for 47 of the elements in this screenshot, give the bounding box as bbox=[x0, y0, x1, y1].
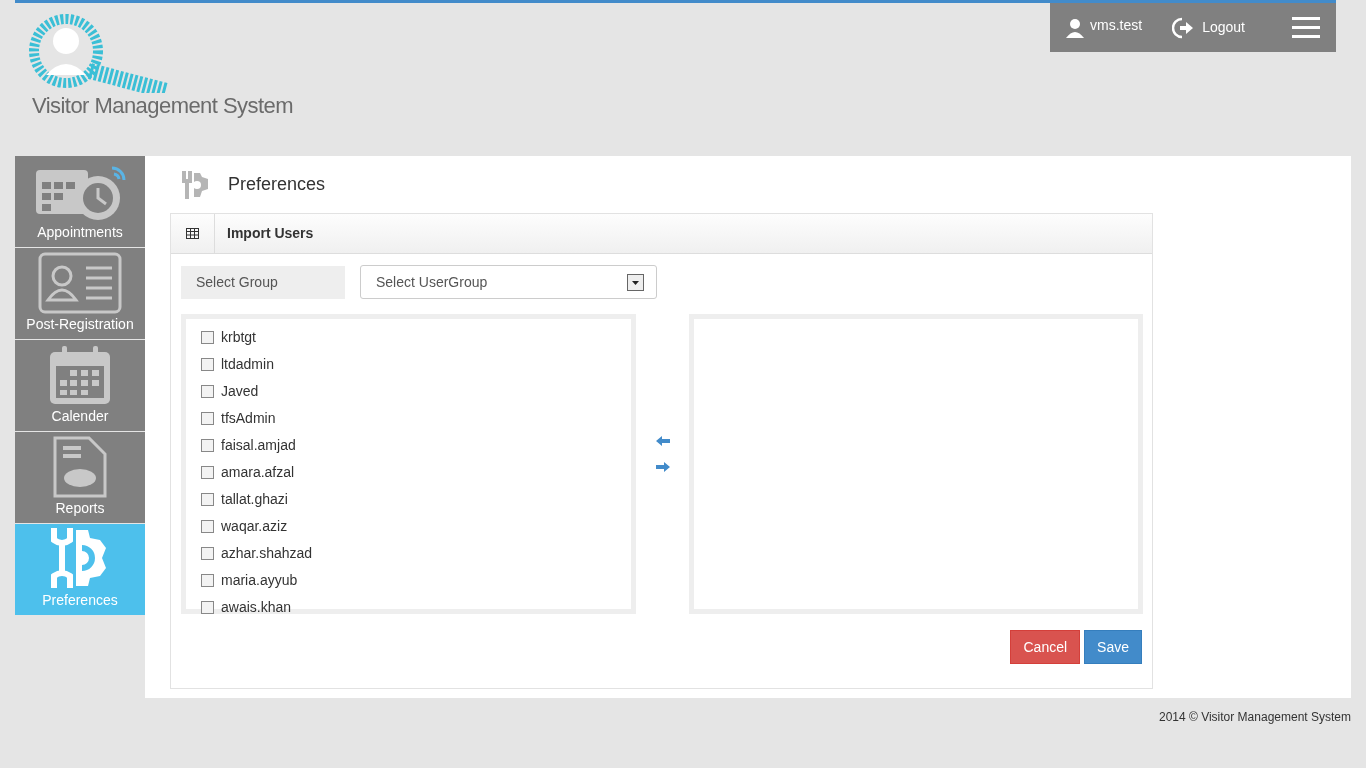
sidebar-item[interactable]: Calender bbox=[15, 340, 145, 431]
user-name: tfsAdmin bbox=[221, 408, 276, 428]
table-icon bbox=[186, 228, 199, 239]
user-name: azhar.shahzad bbox=[221, 543, 313, 563]
checkbox[interactable] bbox=[201, 411, 214, 425]
id-card-icon bbox=[38, 252, 122, 314]
user-name: tallat.ghazi bbox=[221, 489, 288, 509]
checkbox[interactable] bbox=[201, 546, 214, 560]
user-name: ltdadmin bbox=[221, 354, 274, 374]
sidebar-item[interactable]: Preferences bbox=[15, 524, 145, 615]
group-label: Select Group bbox=[181, 265, 345, 299]
checkbox[interactable] bbox=[201, 492, 214, 506]
menu-icon[interactable] bbox=[1292, 15, 1320, 40]
left-arrow-icon[interactable] bbox=[655, 436, 670, 446]
checkbox[interactable] bbox=[201, 438, 214, 452]
username: vms.test bbox=[1090, 16, 1143, 35]
footer-text: 2014 © Visitor Management System bbox=[1158, 709, 1351, 726]
dropdown-caret-icon bbox=[627, 273, 644, 291]
save-button[interactable]: Save bbox=[1084, 630, 1142, 664]
logout-link[interactable]: Logout bbox=[1172, 16, 1245, 39]
checkbox[interactable] bbox=[201, 465, 214, 479]
sidebar-item[interactable]: Reports bbox=[15, 432, 145, 523]
checkbox[interactable] bbox=[201, 519, 214, 533]
user-icon bbox=[1066, 17, 1084, 38]
sidebar-item[interactable]: Post-Registration bbox=[15, 248, 145, 339]
page-title: Preferences bbox=[228, 173, 326, 196]
calendar-icon bbox=[48, 344, 112, 406]
right-arrow-icon[interactable] bbox=[655, 462, 670, 472]
checkbox[interactable] bbox=[201, 384, 214, 398]
user-name: awais.khan bbox=[221, 597, 292, 617]
checkbox[interactable] bbox=[201, 573, 214, 587]
checkbox[interactable] bbox=[201, 357, 214, 371]
user-group-select[interactable]: Select UserGroup bbox=[360, 265, 657, 299]
report-icon bbox=[53, 436, 107, 498]
user-name: faisal.amjad bbox=[221, 435, 296, 455]
panel-title: Import Users bbox=[227, 224, 314, 243]
user-name: krbtgt bbox=[221, 327, 256, 347]
logo-text: Visitor Management System bbox=[32, 92, 293, 120]
user-name: Javed bbox=[221, 381, 259, 401]
sidebar-item[interactable]: Appointments bbox=[15, 156, 145, 247]
user-name: waqar.aziz bbox=[221, 516, 288, 536]
wrench-gear-icon bbox=[180, 168, 210, 201]
user-name: maria.ayyub bbox=[221, 570, 298, 590]
checkbox[interactable] bbox=[201, 330, 214, 344]
checkbox[interactable] bbox=[201, 600, 214, 614]
user-name: amara.afzal bbox=[221, 462, 295, 482]
cancel-button[interactable]: Cancel bbox=[1010, 630, 1081, 664]
